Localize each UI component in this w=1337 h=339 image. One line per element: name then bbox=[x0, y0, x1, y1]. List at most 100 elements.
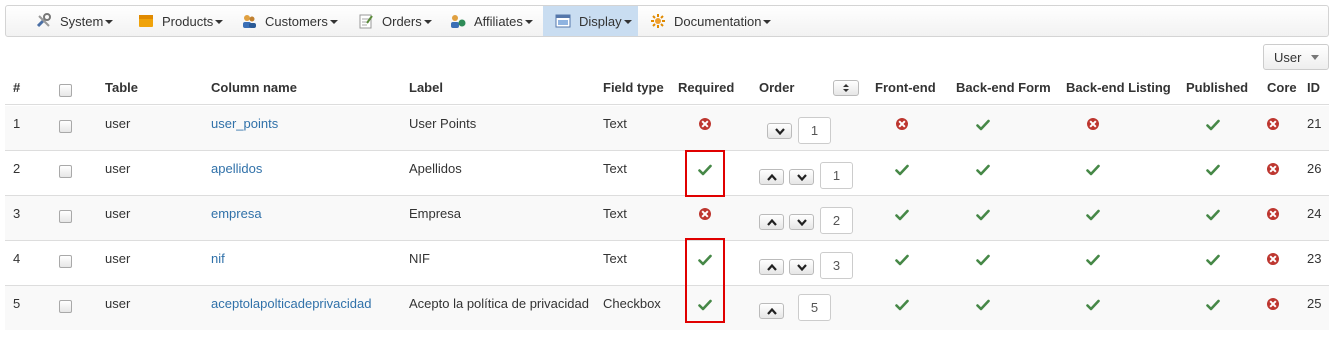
frontend-check-icon[interactable] bbox=[895, 254, 909, 266]
tools-icon bbox=[36, 13, 52, 29]
caret-down-icon bbox=[105, 20, 114, 24]
core-cross-icon[interactable] bbox=[1267, 298, 1279, 310]
column-name-link[interactable]: aceptolapolticadeprivacidad bbox=[211, 296, 371, 311]
table-row bbox=[5, 106, 1329, 150]
menu-orders[interactable]: Orders bbox=[346, 6, 442, 36]
menu-affiliates[interactable]: Affiliates bbox=[438, 6, 543, 36]
row-checkbox[interactable] bbox=[59, 210, 72, 223]
menu-products[interactable]: Products bbox=[126, 6, 233, 36]
menu-system[interactable]: System bbox=[24, 6, 123, 36]
order-input[interactable]: 5 bbox=[798, 294, 831, 321]
header-order: Order bbox=[759, 80, 795, 95]
backend-listing-check-icon[interactable] bbox=[1086, 164, 1100, 176]
move-up-button[interactable] bbox=[759, 214, 784, 230]
row-checkbox[interactable] bbox=[59, 120, 72, 133]
header-required: Required bbox=[678, 80, 735, 95]
header-num: # bbox=[13, 80, 21, 95]
caret-down-icon bbox=[623, 20, 632, 24]
core-cross-icon[interactable] bbox=[1267, 163, 1279, 175]
move-down-button[interactable] bbox=[789, 259, 814, 275]
published-check-icon[interactable] bbox=[1206, 164, 1220, 176]
field-id: 24 bbox=[1307, 206, 1322, 221]
menu-orders-label: Orders bbox=[382, 13, 422, 29]
move-down-button[interactable] bbox=[789, 214, 814, 230]
frontend-check-icon[interactable] bbox=[895, 164, 909, 176]
menu-customers-label: Customers bbox=[265, 13, 328, 29]
documentation-icon bbox=[650, 13, 666, 29]
select-all-checkbox[interactable] bbox=[59, 84, 72, 97]
row-checkbox[interactable] bbox=[59, 300, 72, 313]
move-down-button[interactable] bbox=[767, 123, 792, 139]
move-up-button[interactable] bbox=[759, 259, 784, 275]
core-cross-icon[interactable] bbox=[1267, 253, 1279, 265]
table-name: user bbox=[105, 116, 131, 131]
header-backend-listing: Back-end Listing bbox=[1066, 80, 1171, 95]
row-checkbox[interactable] bbox=[59, 255, 72, 268]
caret-down-icon bbox=[763, 20, 772, 24]
required-cross-icon[interactable] bbox=[699, 118, 711, 130]
orders-icon bbox=[358, 13, 374, 29]
row-number: 4 bbox=[13, 251, 21, 266]
order-input[interactable]: 1 bbox=[798, 117, 831, 144]
backend-listing-check-icon[interactable] bbox=[1086, 209, 1100, 221]
column-name-link[interactable]: nif bbox=[211, 251, 225, 266]
order-input[interactable]: 3 bbox=[820, 252, 853, 279]
order-input[interactable]: 2 bbox=[820, 207, 853, 234]
published-check-icon[interactable] bbox=[1206, 299, 1220, 311]
move-up-button[interactable] bbox=[759, 169, 784, 185]
column-name-link[interactable]: apellidos bbox=[211, 161, 262, 176]
sort-icon bbox=[843, 84, 849, 92]
header-column-name: Column name bbox=[211, 80, 297, 95]
backend-form-check-icon[interactable] bbox=[976, 119, 990, 131]
frontend-check-icon[interactable] bbox=[895, 299, 909, 311]
row-number: 2 bbox=[13, 161, 21, 176]
backend-form-check-icon[interactable] bbox=[976, 164, 990, 176]
field-type: Text bbox=[603, 161, 627, 176]
column-name-link[interactable]: user_points bbox=[211, 116, 278, 131]
field-label: Acepto la política de privacidad bbox=[409, 296, 589, 311]
row-number: 5 bbox=[13, 296, 21, 311]
backend-form-check-icon[interactable] bbox=[976, 254, 990, 266]
backend-listing-check-icon[interactable] bbox=[1086, 299, 1100, 311]
field-id: 25 bbox=[1307, 296, 1322, 311]
published-check-icon[interactable] bbox=[1206, 119, 1220, 131]
table-name: user bbox=[105, 206, 131, 221]
table-select[interactable]: User bbox=[1263, 44, 1329, 70]
row-checkbox[interactable] bbox=[59, 165, 72, 178]
menu-customers[interactable]: Customers bbox=[229, 6, 348, 36]
field-label: Apellidos bbox=[409, 161, 462, 176]
backend-listing-cross-icon[interactable] bbox=[1087, 118, 1099, 130]
menu-documentation[interactable]: Documentation bbox=[638, 6, 781, 36]
header-table: Table bbox=[105, 80, 138, 95]
header-id: ID bbox=[1307, 80, 1320, 95]
caret-down-icon bbox=[215, 20, 224, 24]
field-id: 26 bbox=[1307, 161, 1322, 176]
core-cross-icon[interactable] bbox=[1267, 208, 1279, 220]
required-cross-icon[interactable] bbox=[699, 208, 711, 220]
menu-display[interactable]: Display bbox=[543, 6, 638, 36]
core-cross-icon[interactable] bbox=[1267, 118, 1279, 130]
menu-products-label: Products bbox=[162, 13, 214, 29]
frontend-cross-icon[interactable] bbox=[896, 118, 908, 130]
field-id: 21 bbox=[1307, 116, 1322, 131]
move-down-button[interactable] bbox=[789, 169, 814, 185]
header-field-type: Field type bbox=[603, 80, 664, 95]
table-row bbox=[5, 241, 1329, 285]
affiliates-icon bbox=[450, 13, 466, 29]
backend-listing-check-icon[interactable] bbox=[1086, 254, 1100, 266]
move-up-button[interactable] bbox=[759, 303, 784, 319]
frontend-check-icon[interactable] bbox=[895, 209, 909, 221]
order-input[interactable]: 1 bbox=[820, 162, 853, 189]
caret-down-icon bbox=[524, 20, 533, 24]
menu-affiliates-label: Affiliates bbox=[474, 13, 523, 29]
published-check-icon[interactable] bbox=[1206, 209, 1220, 221]
save-order-button[interactable] bbox=[833, 80, 859, 96]
column-name-link[interactable]: empresa bbox=[211, 206, 262, 221]
header-label: Label bbox=[409, 80, 443, 95]
table-select-value: User bbox=[1274, 49, 1302, 65]
backend-form-check-icon[interactable] bbox=[976, 209, 990, 221]
menu-display-label: Display bbox=[579, 13, 622, 29]
backend-form-check-icon[interactable] bbox=[976, 299, 990, 311]
published-check-icon[interactable] bbox=[1206, 254, 1220, 266]
menu-system-label: System bbox=[60, 13, 104, 29]
